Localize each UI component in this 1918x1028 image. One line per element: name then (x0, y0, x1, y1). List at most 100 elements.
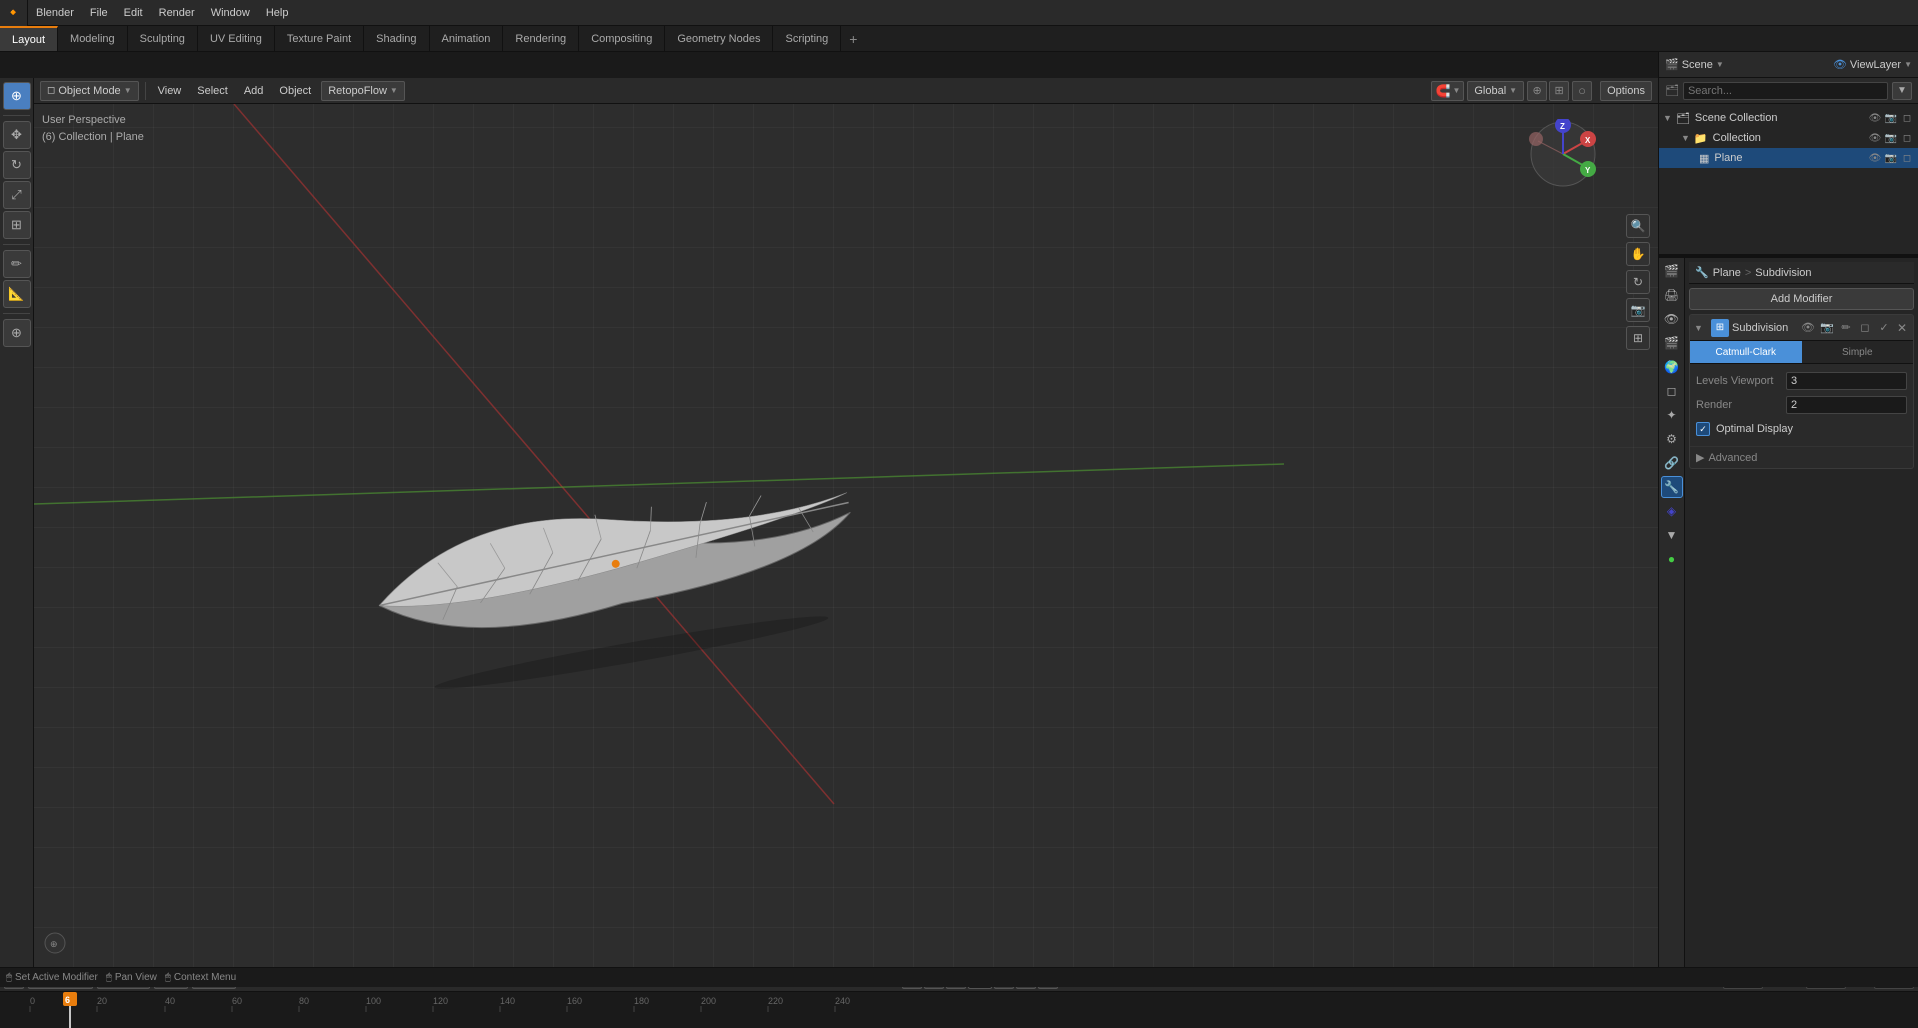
transform-icon-1[interactable]: ⊕ (1527, 81, 1547, 101)
outliner-header: 🗂 ▼ (1659, 78, 1918, 104)
global-dropdown[interactable]: Global ▼ (1467, 81, 1524, 101)
tool-scale[interactable]: ⤢ (3, 181, 31, 209)
toolbar-sep-2 (3, 244, 29, 245)
prop-shader-icon[interactable]: ◈ (1661, 500, 1683, 522)
scene-collection-cam[interactable]: 📷 (1884, 111, 1898, 125)
tool-cursor[interactable]: ⊕ (3, 82, 31, 110)
tab-layout[interactable]: Layout (0, 26, 58, 51)
outliner-filter-btn[interactable]: ▼ (1892, 82, 1912, 100)
mod-apply-icon[interactable]: ✓ (1876, 320, 1892, 336)
prop-scene-icon[interactable]: 🎬 (1661, 332, 1683, 354)
tab-shading[interactable]: Shading (364, 26, 429, 51)
tab-rendering[interactable]: Rendering (503, 26, 579, 51)
prop-world-icon[interactable]: 🌍 (1661, 356, 1683, 378)
prop-material-icon[interactable]: ● (1661, 548, 1683, 570)
menu-help[interactable]: Help (258, 0, 297, 25)
magnet-icon[interactable]: 🧲 (1435, 84, 1450, 98)
plane-render[interactable]: ◻ (1900, 151, 1914, 165)
optimal-display-row: ✓ Optimal Display (1696, 418, 1907, 440)
view-camera-btn[interactable]: 📷 (1626, 298, 1650, 322)
outliner-search[interactable] (1683, 82, 1888, 100)
collection-render[interactable]: ◻ (1900, 131, 1914, 145)
breadcrumb-object[interactable]: Plane (1713, 267, 1741, 279)
menu-blender[interactable]: Blender (28, 0, 82, 25)
view-pan-btn[interactable]: ✋ (1626, 242, 1650, 266)
mod-edit-icon[interactable]: ✏ (1838, 320, 1854, 336)
outliner-plane[interactable]: ▦ Plane 👁 📷 ◻ (1659, 148, 1918, 168)
retopoflow-dropdown[interactable]: RetopoFlow ▼ (321, 81, 405, 101)
snap-dropdown-icon[interactable]: ▼ (1452, 86, 1460, 95)
tool-rotate[interactable]: ↻ (3, 151, 31, 179)
prop-physics-icon[interactable]: ⚙ (1661, 428, 1683, 450)
collection-cam[interactable]: 📷 (1884, 131, 1898, 145)
tab-simple[interactable]: Simple (1802, 341, 1914, 363)
nav-gizmo[interactable]: X Y Z (1528, 119, 1598, 192)
mod-collapse-btn[interactable]: ▼ (1694, 323, 1708, 333)
proportional-icon[interactable]: ○ (1572, 81, 1592, 101)
tab-compositing[interactable]: Compositing (579, 26, 665, 51)
collection-eye[interactable]: 👁 (1868, 131, 1882, 145)
tab-texture-paint[interactable]: Texture Paint (275, 26, 364, 51)
tab-catmull-clark[interactable]: Catmull-Clark (1690, 341, 1802, 363)
outliner-collection[interactable]: ▼ 📁 Collection 👁 📷 ◻ (1659, 128, 1918, 148)
sep1 (145, 82, 146, 100)
tab-sculpting[interactable]: Sculpting (128, 26, 198, 51)
transform-icon-2[interactable]: ⊞ (1549, 81, 1569, 101)
mod-close-btn[interactable]: ✕ (1895, 321, 1909, 335)
prop-output-icon[interactable]: 🖨 (1661, 284, 1683, 306)
prop-constraints-icon[interactable]: 🔗 (1661, 452, 1683, 474)
svg-text:240: 240 (835, 996, 850, 1006)
select-menu[interactable]: Select (191, 81, 234, 101)
prop-object-icon[interactable]: ◻ (1661, 380, 1683, 402)
tab-geometry-nodes[interactable]: Geometry Nodes (665, 26, 773, 51)
view-zoom-btn[interactable]: 🔍 (1626, 214, 1650, 238)
menu-edit[interactable]: Edit (116, 0, 151, 25)
status-mid-icon: 🖱 (106, 972, 112, 983)
prop-modifier-icon[interactable]: 🔧 (1661, 476, 1683, 498)
scene-collection-render[interactable]: ◻ (1900, 111, 1914, 125)
tab-modeling[interactable]: Modeling (58, 26, 128, 51)
menu-file[interactable]: File (82, 0, 116, 25)
mod-body: Levels Viewport 3 Render 2 ✓ Optimal Dis… (1690, 364, 1913, 446)
viewlayer-selector[interactable]: 👁 ViewLayer ▼ (1833, 58, 1912, 71)
tab-scripting[interactable]: Scripting (773, 26, 841, 51)
viewport-3d[interactable]: User Perspective (6) Collection | Plane (34, 104, 1658, 967)
tool-transform[interactable]: ⊞ (3, 211, 31, 239)
menu-render[interactable]: Render (151, 0, 203, 25)
plane-cam[interactable]: 📷 (1884, 151, 1898, 165)
plane-eye[interactable]: 👁 (1868, 151, 1882, 165)
prop-viewlayer-icon[interactable]: 👁 (1661, 308, 1683, 330)
add-modifier-btn[interactable]: Add Modifier (1689, 288, 1914, 310)
view-quad-btn[interactable]: ⊞ (1626, 326, 1650, 350)
scene-selector[interactable]: 🎬 Scene ▼ (1665, 58, 1724, 71)
mod-visibility-icon[interactable]: 👁 (1800, 320, 1816, 336)
scene-collection-eye[interactable]: 👁 (1868, 111, 1882, 125)
advanced-header[interactable]: ▶ Advanced (1696, 451, 1907, 464)
mode-icon: ◻ (47, 85, 55, 96)
levels-viewport-value[interactable]: 3 (1786, 372, 1907, 390)
optimal-display-checkbox[interactable]: ✓ (1696, 422, 1710, 436)
mod-render-icon[interactable]: 📷 (1819, 320, 1835, 336)
outliner-scene-collection[interactable]: ▼ 🗂 Scene Collection 👁 📷 ◻ (1659, 108, 1918, 128)
timeline-track[interactable]: 0 20 40 60 80 100 120 140 160 180 200 22… (0, 992, 1918, 1028)
render-value[interactable]: 2 (1786, 396, 1907, 414)
tool-move[interactable]: ✥ (3, 121, 31, 149)
menu-window[interactable]: Window (203, 0, 258, 25)
add-menu[interactable]: Add (238, 81, 270, 101)
mode-dropdown[interactable]: ◻ Object Mode ▼ (40, 81, 139, 101)
tool-measure[interactable]: 📐 (3, 280, 31, 308)
view-menu[interactable]: View (152, 81, 188, 101)
object-menu[interactable]: Object (273, 81, 317, 101)
tab-add-button[interactable]: + (841, 31, 865, 47)
prop-data-icon[interactable]: ▼ (1661, 524, 1683, 546)
tab-uv-editing[interactable]: UV Editing (198, 26, 275, 51)
tool-annotate[interactable]: ✏ (3, 250, 31, 278)
tool-add[interactable]: ⊕ (3, 319, 31, 347)
shading-controls: Options (1600, 81, 1652, 101)
view-orbit-btn[interactable]: ↻ (1626, 270, 1650, 294)
options-btn[interactable]: Options (1600, 81, 1652, 101)
mod-cage-icon[interactable]: ◻ (1857, 320, 1873, 336)
prop-render-icon[interactable]: 🎬 (1661, 260, 1683, 282)
prop-particles-icon[interactable]: ✦ (1661, 404, 1683, 426)
tab-animation[interactable]: Animation (430, 26, 504, 51)
